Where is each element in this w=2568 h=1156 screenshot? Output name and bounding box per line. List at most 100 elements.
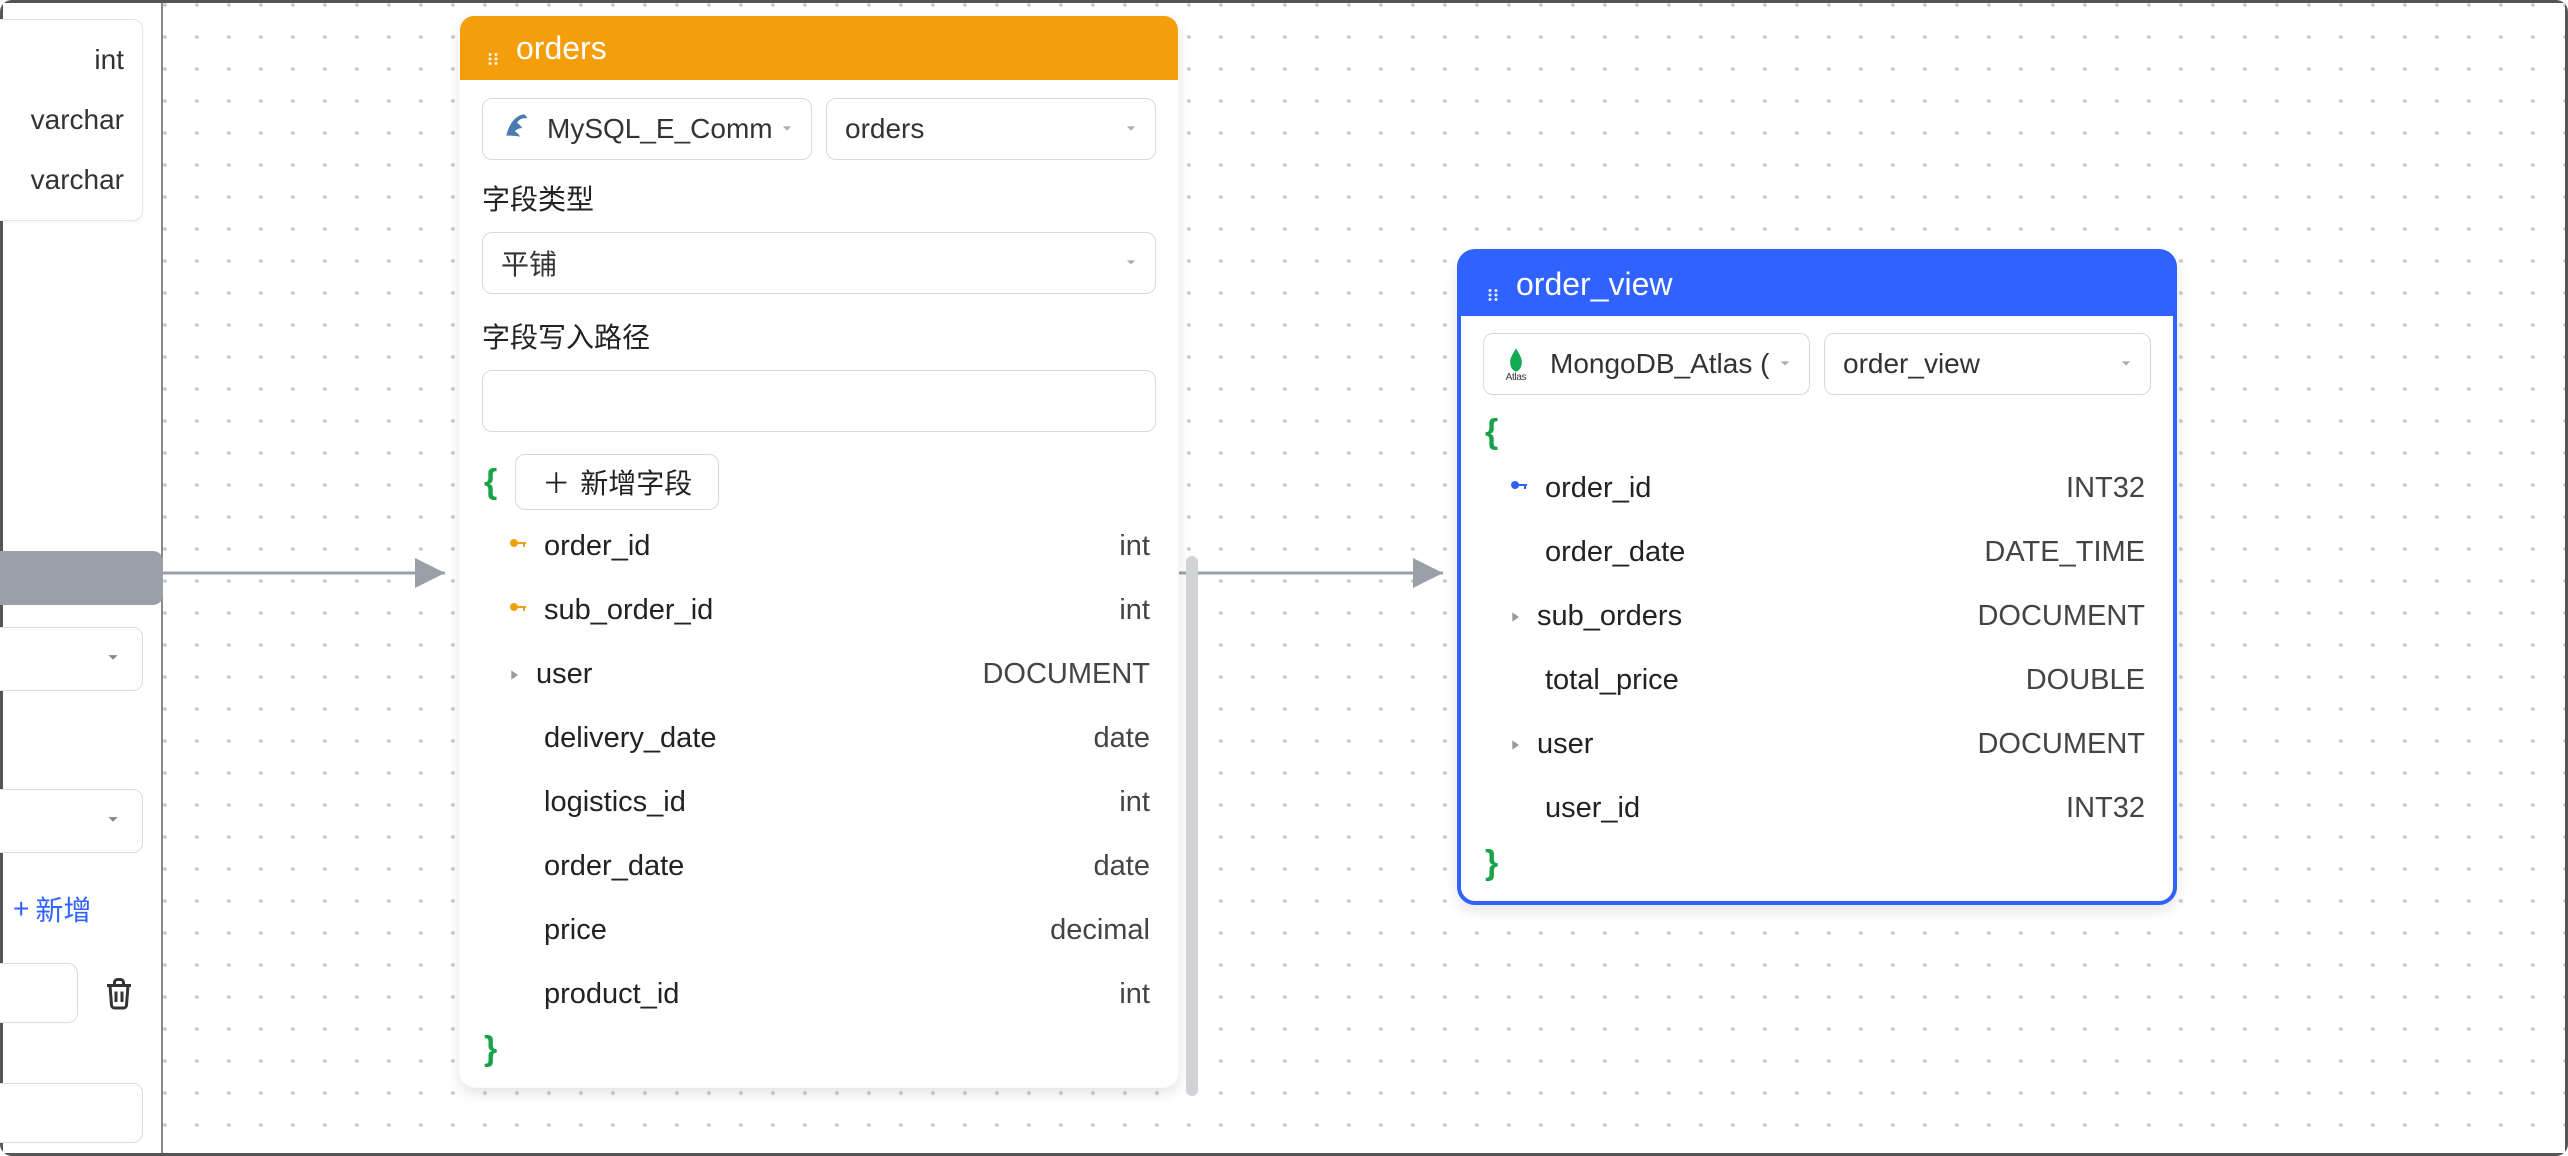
side-select-1[interactable]: [0, 627, 143, 691]
expand-icon[interactable]: [506, 658, 522, 691]
field-name: sub_order_id: [544, 594, 713, 627]
field-type: int: [1119, 594, 1150, 627]
field-name: order_date: [544, 850, 684, 883]
chevron-down-icon: [1775, 348, 1795, 380]
field-name: delivery_date: [544, 722, 717, 755]
field-type: INT32: [2066, 792, 2145, 825]
field-name: user: [536, 658, 592, 691]
field-row[interactable]: product_id int: [482, 962, 1156, 1026]
field-row[interactable]: order_idINT32: [1483, 456, 2151, 520]
field-row[interactable]: order_date DATE_TIME: [1483, 520, 2151, 584]
add-field-button[interactable]: ＋ 新增字段: [515, 454, 719, 510]
canvas[interactable]: int varchar varchar + 新增: [3, 3, 2565, 1153]
brace-open: {: [482, 463, 497, 502]
orders-node[interactable]: orders MySQL_E_Comm orders 字段类型 平铺: [459, 15, 1179, 1088]
table-select[interactable]: order_view: [1824, 333, 2151, 395]
field-row[interactable]: price decimal: [482, 898, 1156, 962]
expand-icon[interactable]: [1507, 728, 1523, 761]
field-row[interactable]: sub_order_id int: [482, 578, 1156, 642]
field-type: DATE_TIME: [1984, 536, 2145, 569]
add-field-label: 新增字段: [580, 462, 692, 502]
brace-close: }: [1483, 844, 1498, 882]
plus-icon: +: [13, 893, 29, 925]
mongodb-atlas-icon: Atlas: [1502, 346, 1530, 383]
write-path-input[interactable]: [482, 370, 1156, 432]
field-name: order_date: [1545, 536, 1685, 569]
orderview-node[interactable]: order_view Atlas MongoDB_Atlas ( order_v…: [1457, 249, 2177, 905]
orders-title: orders: [516, 30, 607, 67]
chevron-down-icon: [777, 113, 797, 145]
side-card: int varchar varchar: [0, 19, 143, 221]
field-type-select[interactable]: 平铺: [482, 232, 1156, 294]
field-row[interactable]: order_id int: [482, 514, 1156, 578]
field-name: price: [544, 914, 607, 947]
field-type: date: [1094, 722, 1150, 755]
orders-header[interactable]: orders: [460, 16, 1178, 80]
field-row[interactable]: order_date date: [482, 834, 1156, 898]
field-name: order_id: [544, 530, 650, 563]
side-type-varchar2: varchar: [0, 150, 142, 210]
field-name: product_id: [544, 978, 679, 1011]
field-name: logistics_id: [544, 786, 686, 819]
field-name: user: [1537, 728, 1593, 761]
chevron-down-icon: [2116, 348, 2136, 380]
sidebar: int varchar varchar + 新增: [3, 3, 163, 1153]
field-row[interactable]: user_id INT32: [1483, 776, 2151, 840]
side-add-label: 新增: [35, 889, 91, 929]
field-name: sub_orders: [1537, 600, 1682, 633]
connector-1: [163, 563, 459, 583]
side-add-button[interactable]: + 新增: [13, 889, 91, 929]
field-row[interactable]: total_price DOUBLE: [1483, 648, 2151, 712]
delete-button[interactable]: [89, 963, 149, 1023]
connection-select[interactable]: Atlas MongoDB_Atlas (: [1483, 333, 1810, 395]
field-row[interactable]: sub_orders DOCUMENT: [1483, 584, 2151, 648]
orderview-body: Atlas MongoDB_Atlas ( order_view { order…: [1461, 315, 2173, 901]
table-select[interactable]: orders: [826, 98, 1156, 160]
field-type: int: [1119, 978, 1150, 1011]
field-type: DOUBLE: [2026, 664, 2145, 697]
field-row[interactable]: user DOCUMENT: [1483, 712, 2151, 776]
field-type-label: 字段类型: [482, 178, 1156, 218]
side-select-2[interactable]: [0, 789, 143, 853]
field-type: decimal: [1050, 914, 1150, 947]
field-type: date: [1094, 850, 1150, 883]
scrollbar-thumb[interactable]: [1186, 556, 1198, 1096]
side-type-varchar1: varchar: [0, 90, 142, 150]
field-type: DOCUMENT: [982, 658, 1150, 691]
connector-2: [1179, 563, 1457, 583]
orders-body: MySQL_E_Comm orders 字段类型 平铺 字段写入路径 {: [460, 80, 1178, 1087]
field-name: user_id: [1545, 792, 1640, 825]
field-type: int: [1119, 530, 1150, 563]
side-select-4[interactable]: [0, 1083, 143, 1143]
field-type: DOCUMENT: [1977, 728, 2145, 761]
chevron-down-icon: [1121, 247, 1141, 279]
drag-handle-icon[interactable]: [484, 39, 502, 57]
primary-key-icon: [506, 594, 530, 627]
field-type: int: [1119, 786, 1150, 819]
field-row[interactable]: user DOCUMENT: [482, 642, 1156, 706]
field-name: order_id: [1545, 472, 1651, 505]
field-row[interactable]: delivery_date date: [482, 706, 1156, 770]
orderview-header[interactable]: order_view: [1460, 252, 2174, 316]
table-value: order_view: [1843, 348, 1980, 380]
connection-value: MySQL_E_Comm: [547, 113, 773, 145]
brace-open: {: [1483, 413, 1498, 451]
table-value: orders: [845, 113, 924, 145]
orderview-schema: { order_idINT32order_dateDATE_TIMEsub_or…: [1483, 413, 2151, 883]
orders-schema: { ＋ 新增字段 order_idintsub_order_idintuserD…: [482, 454, 1156, 1069]
brace-close: }: [482, 1030, 497, 1068]
field-name: total_price: [1545, 664, 1679, 697]
expand-icon[interactable]: [1507, 600, 1523, 633]
write-path-label: 字段写入路径: [482, 316, 1156, 356]
side-selected-row[interactable]: [0, 551, 163, 605]
primary-key-icon: [506, 530, 530, 563]
connection-select[interactable]: MySQL_E_Comm: [482, 98, 812, 160]
side-type-int: int: [0, 30, 142, 90]
field-type: DOCUMENT: [1977, 600, 2145, 633]
mysql-icon: [501, 109, 535, 150]
drag-handle-icon[interactable]: [1484, 275, 1502, 293]
side-select-3[interactable]: [0, 963, 78, 1023]
orderview-title: order_view: [1516, 266, 1673, 303]
primary-key-icon: [1507, 472, 1531, 505]
field-row[interactable]: logistics_id int: [482, 770, 1156, 834]
